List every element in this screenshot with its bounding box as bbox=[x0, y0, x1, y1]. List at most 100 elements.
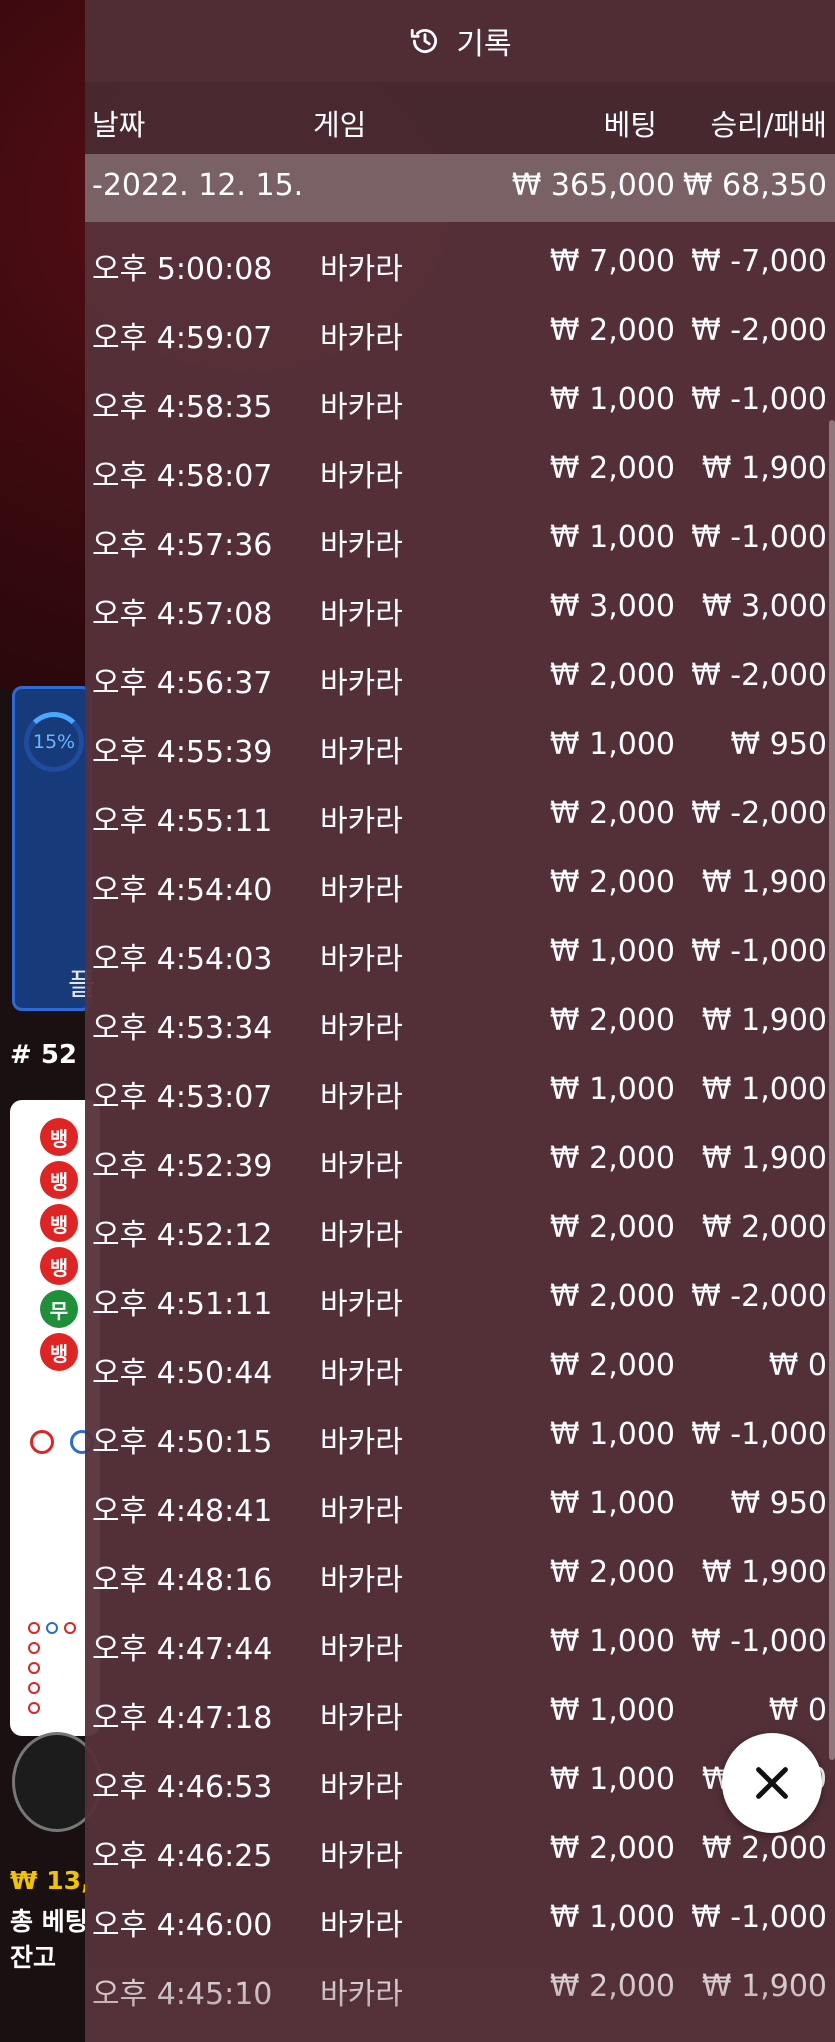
row-game: 바카라 bbox=[320, 942, 403, 977]
history-list: 오후 5:00:08 바카라 ₩ 7,000 ₩ -7,000 오후 4:59:07 바카… bbox=[85, 228, 835, 2022]
history-row[interactable]: 오후 4:58:35 바카라 ₩ 1,000 ₩ -1,000 bbox=[85, 366, 835, 435]
row-bet: ₩ 2,000 bbox=[549, 658, 675, 693]
row-game: 바카라 bbox=[320, 1080, 403, 1115]
row-time: 오후 4:47:44 bbox=[92, 1632, 273, 1667]
road-chip: 뱅 bbox=[40, 1333, 78, 1371]
road-chip: 뱅 bbox=[40, 1247, 78, 1285]
history-row[interactable]: 오후 4:50:44 바카라 ₩ 2,000 ₩ 0 bbox=[85, 1332, 835, 1401]
row-time: 오후 4:54:03 bbox=[92, 942, 273, 977]
row-result: ₩ 1,900 bbox=[701, 1969, 827, 2004]
road-dot bbox=[28, 1682, 40, 1694]
row-result: ₩ -1,000 bbox=[691, 1417, 827, 1452]
history-row[interactable]: 오후 4:50:15 바카라 ₩ 1,000 ₩ -1,000 bbox=[85, 1401, 835, 1470]
row-result: ₩ 0 bbox=[768, 1693, 827, 1728]
history-row[interactable]: 오후 4:48:41 바카라 ₩ 1,000 ₩ 950 bbox=[85, 1470, 835, 1539]
history-row[interactable]: 오후 4:52:12 바카라 ₩ 2,000 ₩ 2,000 bbox=[85, 1194, 835, 1263]
road-dot bbox=[28, 1702, 40, 1714]
row-bet: ₩ 1,000 bbox=[549, 1486, 675, 1521]
history-row[interactable]: 오후 4:54:03 바카라 ₩ 1,000 ₩ -1,000 bbox=[85, 918, 835, 987]
col-result: 승리/패배 bbox=[710, 108, 828, 142]
history-panel: 기록 날짜 게임 베팅 승리/패배 -2022. 12. 15. ₩ 365,0… bbox=[85, 0, 835, 2042]
row-time: 오후 4:51:11 bbox=[92, 1287, 273, 1322]
date-group-row[interactable]: -2022. 12. 15. ₩ 365,000 ₩ 68,350 bbox=[85, 154, 835, 222]
group-total-bet: ₩ 365,000 bbox=[511, 168, 675, 203]
history-row[interactable]: 오후 4:45:10 바카라 ₩ 2,000 ₩ 1,900 bbox=[85, 1953, 835, 2022]
history-row[interactable]: 오후 4:55:39 바카라 ₩ 1,000 ₩ 950 bbox=[85, 711, 835, 780]
row-result: ₩ 1,900 bbox=[701, 1141, 827, 1176]
road-chip: 뱅 bbox=[40, 1204, 78, 1242]
row-game: 바카라 bbox=[320, 1218, 403, 1253]
row-time: 오후 5:00:08 bbox=[92, 252, 273, 287]
row-time: 오후 4:55:39 bbox=[92, 735, 273, 770]
row-game: 바카라 bbox=[320, 321, 403, 356]
row-game: 바카라 bbox=[320, 390, 403, 425]
history-row[interactable]: 오후 4:55:11 바카라 ₩ 2,000 ₩ -2,000 bbox=[85, 780, 835, 849]
row-time: 오후 4:58:07 bbox=[92, 459, 273, 494]
row-bet: ₩ 1,000 bbox=[549, 1624, 675, 1659]
row-bet: ₩ 2,000 bbox=[549, 1003, 675, 1038]
history-row[interactable]: 오후 4:53:07 바카라 ₩ 1,000 ₩ 1,000 bbox=[85, 1056, 835, 1125]
road-dot bbox=[46, 1622, 58, 1634]
row-result: ₩ 0 bbox=[768, 1348, 827, 1383]
row-time: 오후 4:46:25 bbox=[92, 1839, 273, 1874]
row-game: 바카라 bbox=[320, 1701, 403, 1736]
row-game: 바카라 bbox=[320, 1494, 403, 1529]
history-row[interactable]: 오후 5:00:08 바카라 ₩ 7,000 ₩ -7,000 bbox=[85, 228, 835, 297]
balance-label: 잔고 bbox=[10, 1943, 57, 1972]
total-bet-label: 총 베팅 bbox=[10, 1907, 88, 1936]
history-row[interactable]: 오후 4:52:39 바카라 ₩ 2,000 ₩ 1,900 bbox=[85, 1125, 835, 1194]
row-time: 오후 4:59:07 bbox=[92, 321, 273, 356]
row-result: ₩ -1,000 bbox=[691, 1624, 827, 1659]
row-result: ₩ 1,000 bbox=[701, 1072, 827, 1107]
close-button[interactable] bbox=[722, 1733, 822, 1833]
row-bet: ₩ 1,000 bbox=[549, 520, 675, 555]
history-row[interactable]: 오후 4:53:34 바카라 ₩ 2,000 ₩ 1,900 bbox=[85, 987, 835, 1056]
history-row[interactable]: 오후 4:56:37 바카라 ₩ 2,000 ₩ -2,000 bbox=[85, 642, 835, 711]
row-result: ₩ -1,000 bbox=[691, 520, 827, 555]
row-result: ₩ -7,000 bbox=[691, 244, 827, 279]
col-date: 날짜 bbox=[92, 108, 146, 142]
row-result: ₩ 1,900 bbox=[701, 1003, 827, 1038]
history-row[interactable]: 오후 4:57:36 바카라 ₩ 1,000 ₩ -1,000 bbox=[85, 504, 835, 573]
row-bet: ₩ 1,000 bbox=[549, 1072, 675, 1107]
row-result: ₩ 950 bbox=[730, 727, 827, 762]
history-row[interactable]: 오후 4:59:07 바카라 ₩ 2,000 ₩ -2,000 bbox=[85, 297, 835, 366]
history-row[interactable]: 오후 4:46:00 바카라 ₩ 1,000 ₩ -1,000 bbox=[85, 1884, 835, 1953]
row-time: 오후 4:46:00 bbox=[92, 1908, 273, 1943]
history-row[interactable]: 오후 4:48:16 바카라 ₩ 2,000 ₩ 1,900 bbox=[85, 1539, 835, 1608]
history-row[interactable]: 오후 4:47:18 바카라 ₩ 1,000 ₩ 0 bbox=[85, 1677, 835, 1746]
row-game: 바카라 bbox=[320, 1563, 403, 1598]
row-bet: ₩ 2,000 bbox=[549, 313, 675, 348]
row-result: ₩ -1,000 bbox=[691, 934, 827, 969]
row-game: 바카라 bbox=[320, 1149, 403, 1184]
scrollbar[interactable] bbox=[829, 420, 835, 1760]
row-time: 오후 4:52:39 bbox=[92, 1149, 273, 1184]
history-row[interactable]: 오후 4:57:08 바카라 ₩ 3,000 ₩ 3,000 bbox=[85, 573, 835, 642]
close-icon bbox=[756, 1767, 788, 1799]
row-time: 오후 4:47:18 bbox=[92, 1701, 273, 1736]
road-dot bbox=[28, 1642, 40, 1654]
row-time: 오후 4:57:36 bbox=[92, 528, 273, 563]
history-row[interactable]: 오후 4:51:11 바카라 ₩ 2,000 ₩ -2,000 bbox=[85, 1263, 835, 1332]
row-game: 바카라 bbox=[320, 1770, 403, 1805]
history-row[interactable]: 오후 4:58:07 바카라 ₩ 2,000 ₩ 1,900 bbox=[85, 435, 835, 504]
row-game: 바카라 bbox=[320, 1011, 403, 1046]
row-bet: ₩ 2,000 bbox=[549, 1555, 675, 1590]
panel-header: 기록 bbox=[85, 0, 835, 82]
row-game: 바카라 bbox=[320, 528, 403, 563]
row-time: 오후 4:55:11 bbox=[92, 804, 273, 839]
row-time: 오후 4:57:08 bbox=[92, 597, 273, 632]
history-row[interactable]: 오후 4:47:44 바카라 ₩ 1,000 ₩ -1,000 bbox=[85, 1608, 835, 1677]
row-game: 바카라 bbox=[320, 735, 403, 770]
row-result: ₩ 1,900 bbox=[701, 865, 827, 900]
bet-amount: ₩ 13, bbox=[10, 1866, 91, 1895]
group-date: -2022. 12. 15. bbox=[92, 168, 304, 203]
row-game: 바카라 bbox=[320, 597, 403, 632]
history-row[interactable]: 오후 4:46:25 바카라 ₩ 2,000 ₩ 2,000 bbox=[85, 1815, 835, 1884]
row-bet: ₩ 7,000 bbox=[549, 244, 675, 279]
history-row[interactable]: 오후 4:54:40 바카라 ₩ 2,000 ₩ 1,900 bbox=[85, 849, 835, 918]
row-time: 오후 4:50:15 bbox=[92, 1425, 273, 1460]
row-time: 오후 4:45:10 bbox=[92, 1977, 273, 2012]
promo-percent: 15% bbox=[24, 712, 84, 772]
row-time: 오후 4:56:37 bbox=[92, 666, 273, 701]
